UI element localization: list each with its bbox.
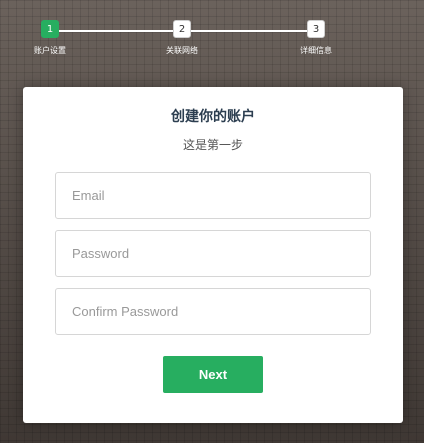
step-1[interactable]: 1 账户设置 — [10, 20, 90, 56]
signup-card: 创建你的账户 这是第一步 Next — [23, 87, 403, 423]
next-button[interactable]: Next — [163, 356, 263, 393]
step-3-number: 3 — [307, 20, 325, 38]
confirm-password-field[interactable] — [55, 288, 371, 335]
step-1-number: 1 — [41, 20, 59, 38]
form-subtitle: 这是第一步 — [182, 138, 243, 152]
step-3-label: 详细信息 — [300, 46, 332, 55]
step-2-label: 关联网络 — [166, 46, 198, 55]
step-1-label: 账户设置 — [34, 46, 66, 55]
step-3[interactable]: 3 详细信息 — [276, 20, 356, 56]
step-2[interactable]: 2 关联网络 — [142, 20, 222, 56]
password-field[interactable] — [55, 230, 371, 277]
progress-bar: 1 账户设置 2 关联网络 3 详细信息 — [0, 20, 424, 60]
form-title: 创建你的账户 — [171, 109, 255, 125]
email-field[interactable] — [55, 172, 371, 219]
step-2-number: 2 — [173, 20, 191, 38]
